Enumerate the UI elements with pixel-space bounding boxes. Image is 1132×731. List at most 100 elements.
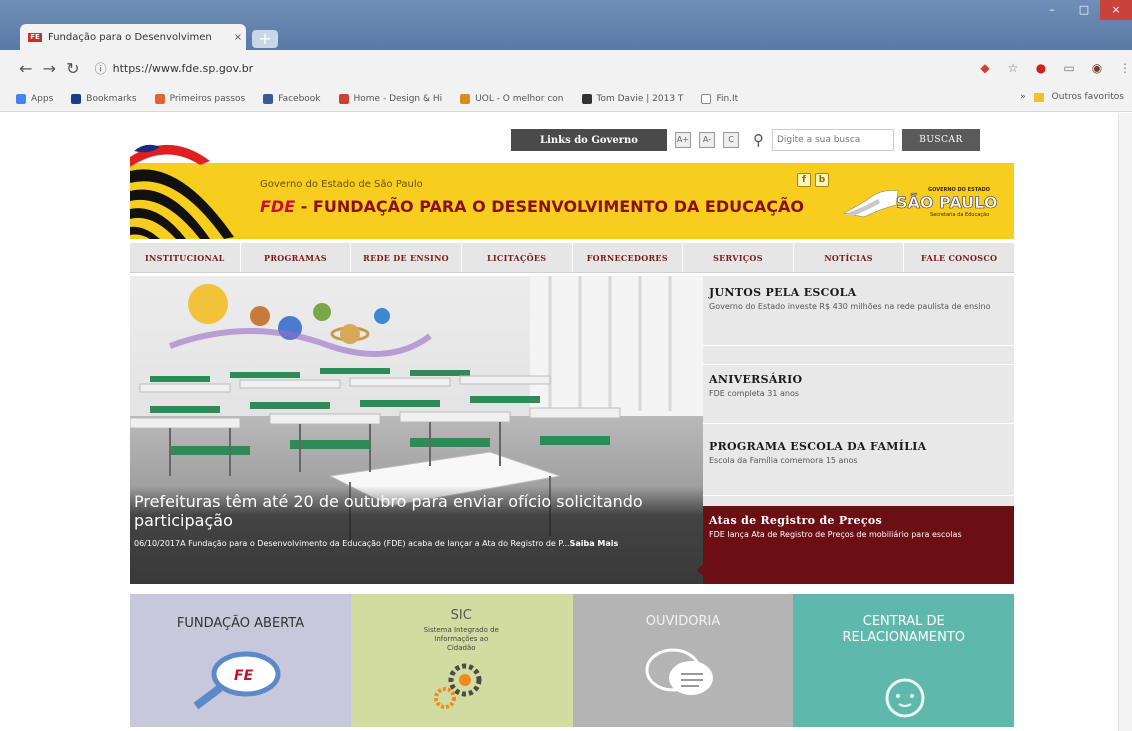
bookmark-item[interactable]: Fin.It: [701, 93, 738, 104]
fde-mark: FDE: [260, 197, 296, 216]
magnifier-fde-icon: FE: [193, 651, 281, 710]
reload-icon[interactable]: ↻: [61, 59, 85, 78]
page-scrollbar[interactable]: [1118, 113, 1132, 731]
news-text: Escola da Família comemora 15 anos: [709, 456, 858, 465]
apps-grid-icon: [16, 93, 26, 104]
tab-close-icon[interactable]: ×: [230, 32, 246, 43]
news-title: ANIVERSÁRIO: [709, 373, 803, 386]
facebook-icon[interactable]: f: [797, 173, 811, 187]
font-increase-button[interactable]: A+: [675, 132, 691, 148]
info-icon[interactable]: ⓘ: [95, 60, 113, 77]
headset-person-icon: [885, 678, 925, 718]
bookmarks-bar: Apps Bookmarks Primeiros passos Facebook…: [0, 86, 1132, 112]
hero-summary: 06/10/2017A Fundação para o Desenvolvime…: [134, 538, 694, 549]
menu-dots-icon[interactable]: ⋮: [1118, 61, 1132, 75]
window-controls: – □ ×: [1036, 0, 1132, 20]
bookmark-item[interactable]: Tom Davie | 2013 T: [581, 93, 683, 104]
service-tiles: FUNDAÇÃO ABERTA FE SIC Sistema Integrado…: [130, 594, 1014, 727]
sao-paulo-brand[interactable]: GOVERNO DO ESTADO SÃO PAULO Secretaria d…: [840, 179, 1010, 223]
bookmark-item[interactable]: Primeiros passos: [154, 93, 245, 104]
tile-central-de-relacionamento[interactable]: CENTRAL DE RELACIONAMENTO: [793, 594, 1014, 727]
chevron-double-right-icon[interactable]: »: [1020, 92, 1026, 102]
browser-tab[interactable]: FE Fundação para o Desenvolvimen ×: [20, 24, 246, 50]
browser-toolbar: ← → ↻ ⓘ https://www.fde.sp.gov.br ◆ ☆ ● …: [0, 50, 1132, 86]
utility-bar: Links do Governo A+ A- C ⚲ BUSCAR: [511, 129, 980, 151]
folder-icon: [1033, 92, 1044, 102]
contrast-button[interactable]: C: [723, 132, 739, 148]
bookmark-item[interactable]: Apps: [16, 93, 53, 104]
blog-icon[interactable]: b: [815, 173, 829, 187]
news-title: JUNTOS PELA ESCOLA: [709, 286, 857, 299]
news-title: PROGRAMA ESCOLA DA FAMÍLIA: [709, 440, 927, 453]
bookmark-item[interactable]: Facebook: [263, 93, 321, 104]
nav-programas[interactable]: PROGRAMAS: [241, 243, 352, 272]
nav-noticias[interactable]: NOTÍCIAS: [794, 243, 905, 272]
nav-fale-conosco[interactable]: FALE CONOSCO: [904, 243, 1014, 272]
news-item[interactable]: JUNTOS PELA ESCOLA Governo do Estado inv…: [703, 286, 1014, 346]
nav-fornecedores[interactable]: FORNECEDORES: [573, 243, 684, 272]
back-arrow-icon[interactable]: ←: [14, 59, 38, 78]
tile-sic[interactable]: SIC Sistema Integrado de Informações ao …: [350, 594, 573, 727]
bookmark-item[interactable]: UOL - O melhor con: [460, 93, 564, 104]
fde-favicon-icon: FE: [28, 32, 42, 42]
nav-rede-de-ensino[interactable]: REDE DE ENSINO: [351, 243, 462, 272]
other-bookmarks-label: Outros favoritos: [1051, 92, 1124, 102]
bookmarks-star-icon: [71, 93, 82, 104]
news-text: FDE completa 31 anos: [709, 389, 800, 398]
social-links: f b: [797, 173, 829, 187]
other-bookmarks[interactable]: » Outros favoritos: [1020, 92, 1124, 102]
news-item[interactable]: ANIVERSÁRIO FDE completa 31 anos: [703, 364, 1014, 424]
opera-extension-icon[interactable]: ●: [1034, 61, 1048, 75]
new-tab-button[interactable]: +: [252, 30, 278, 48]
tile-fundacao-aberta[interactable]: FUNDAÇÃO ABERTA FE: [130, 594, 351, 727]
browser-titlebar: FE Fundação para o Desenvolvimen × + – □…: [0, 0, 1132, 50]
page-icon: [701, 93, 712, 104]
read-more-link[interactable]: Saiba Mais: [570, 539, 619, 548]
minimize-icon[interactable]: –: [1036, 0, 1068, 20]
sp-secretaria-text: Secretaria da Educação: [930, 212, 990, 218]
site-header: Governo do Estado de São Paulo FDE - FUN…: [130, 144, 1014, 239]
url-text: https://www.fde.sp.gov.br: [112, 61, 254, 75]
gov-links-button[interactable]: Links do Governo: [511, 129, 667, 151]
profile-avatar-icon[interactable]: ◉: [1090, 61, 1104, 75]
news-text: Governo do Estado investe R$ 430 milhões…: [709, 302, 991, 311]
fde-title-text: - FUNDAÇÃO PARA O DESENVOLVIMENTO DA EDU…: [295, 197, 804, 216]
hero-summary-text: 06/10/2017A Fundação para o Desenvolvime…: [134, 539, 570, 548]
uol-icon: [460, 93, 471, 104]
hero-banner[interactable]: Prefeituras têm até 20 de outubro para e…: [130, 276, 703, 584]
extension-icon[interactable]: ◆: [978, 61, 992, 75]
news-title: Atas de Registro de Preços: [709, 514, 882, 527]
star-icon[interactable]: ☆: [1006, 61, 1020, 75]
svg-text:FE: FE: [234, 668, 254, 684]
magnifier-icon[interactable]: ⚲: [753, 131, 764, 149]
cast-icon[interactable]: ▭: [1062, 61, 1076, 75]
news-text: FDE lança Ata de Registro de Preços de m…: [709, 530, 962, 539]
nav-licitacoes[interactable]: LICITAÇÕES: [462, 243, 573, 272]
nav-institucional[interactable]: INSTITUCIONAL: [130, 243, 241, 272]
hero-title[interactable]: Prefeituras têm até 20 de outubro para e…: [134, 492, 702, 530]
fde-title[interactable]: FDE - FUNDAÇÃO PARA O DESENVOLVIMENTO DA…: [260, 197, 804, 216]
tab-title: Fundação para o Desenvolvimen: [48, 31, 212, 43]
tile-ouvidoria[interactable]: OUVIDORIA: [572, 594, 794, 727]
address-bar[interactable]: ⓘ https://www.fde.sp.gov.br: [95, 55, 938, 81]
tom-davie-icon: [581, 93, 592, 104]
news-item-active[interactable]: Atas de Registro de Preços FDE lança Ata…: [703, 506, 1014, 584]
search-input[interactable]: [772, 129, 894, 151]
sp-map-icon: [843, 190, 899, 218]
bookmark-item[interactable]: Bookmarks: [71, 93, 137, 104]
sao-paulo-flag-logo[interactable]: [130, 137, 242, 239]
nav-servicos[interactable]: SERVIÇOS: [683, 243, 794, 272]
facebook-icon: [263, 93, 274, 104]
search-button[interactable]: BUSCAR: [902, 129, 980, 151]
forward-arrow-icon[interactable]: →: [38, 59, 62, 78]
gov-subtitle: Governo do Estado de São Paulo: [260, 179, 423, 190]
bookmark-item[interactable]: Home - Design & Hi: [338, 93, 442, 104]
speech-bubble-icon: [645, 648, 713, 695]
maximize-icon[interactable]: □: [1068, 0, 1100, 20]
design-site-icon: [338, 93, 349, 104]
close-window-icon[interactable]: ×: [1100, 0, 1132, 20]
web-page: Links do Governo A+ A- C ⚲ BUSCAR Govern…: [0, 113, 1132, 731]
main-navigation: INSTITUCIONAL PROGRAMAS REDE DE ENSINO L…: [130, 243, 1014, 273]
font-decrease-button[interactable]: A-: [699, 132, 715, 148]
news-item[interactable]: PROGRAMA ESCOLA DA FAMÍLIA Escola da Fam…: [703, 436, 1014, 496]
